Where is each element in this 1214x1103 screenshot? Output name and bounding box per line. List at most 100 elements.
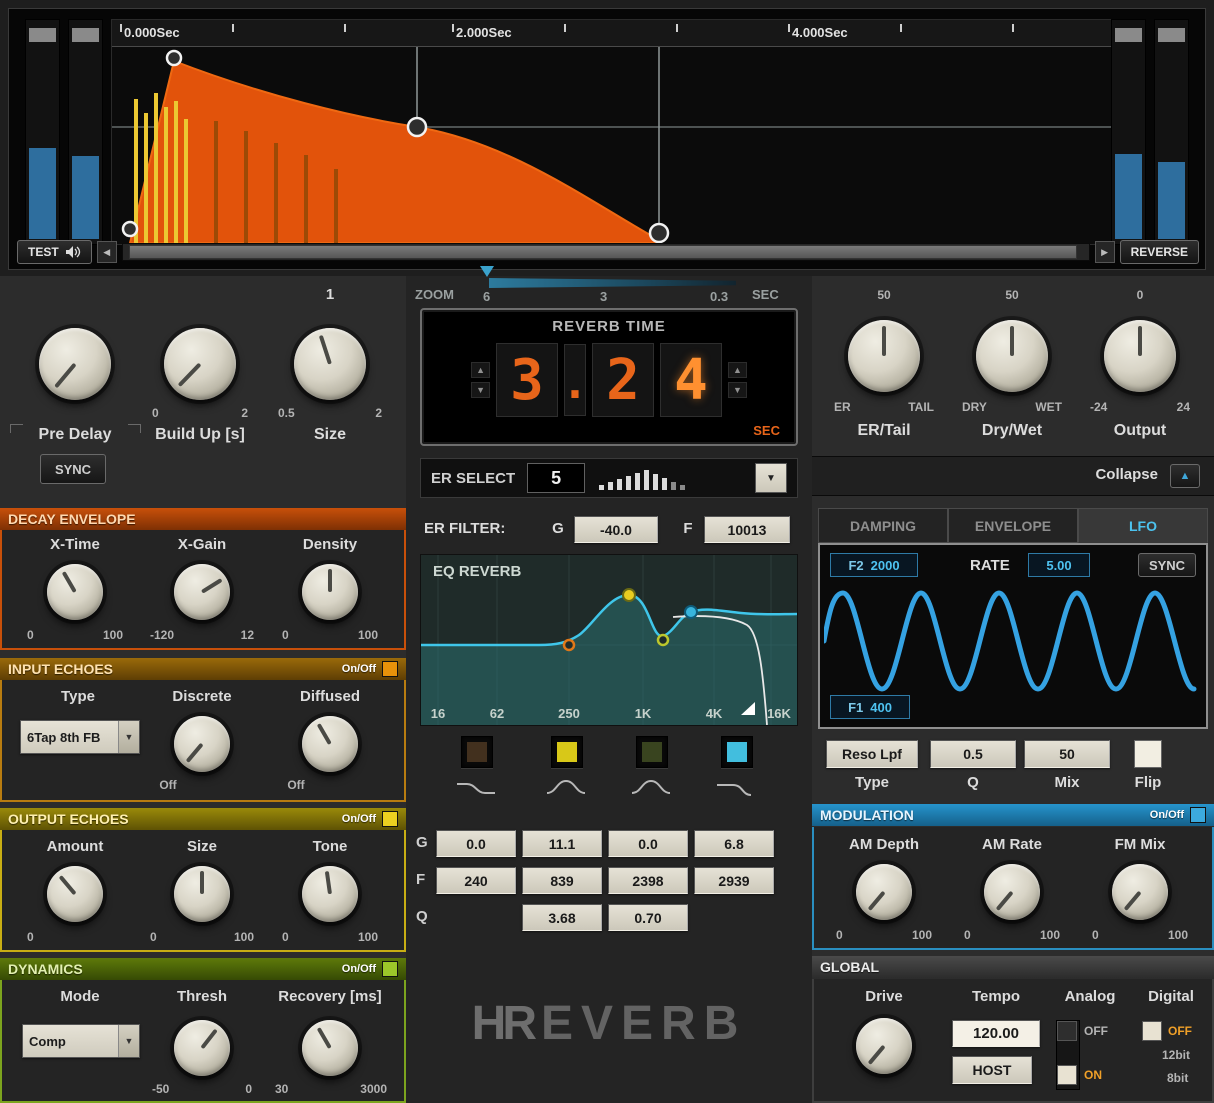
- tab-lfo[interactable]: LFO: [1078, 508, 1208, 543]
- eq-gain-field[interactable]: 0.0: [608, 830, 688, 857]
- diffused-knob[interactable]: [302, 716, 358, 772]
- density-knob[interactable]: [302, 564, 358, 620]
- flip-toggle[interactable]: [1134, 740, 1162, 768]
- eq-freq-field[interactable]: 240: [436, 867, 516, 894]
- host-button[interactable]: HOST: [952, 1056, 1032, 1084]
- thresh-knob[interactable]: [174, 1020, 230, 1076]
- input-echoes-onoff-led[interactable]: [382, 661, 398, 677]
- eq-band-4-button[interactable]: [721, 736, 753, 768]
- reverb-time-digit-1[interactable]: 3: [496, 343, 558, 417]
- er-select-dropdown-button[interactable]: ▼: [755, 463, 787, 493]
- fm-mix-knob[interactable]: [1112, 864, 1168, 920]
- reverb-time-spinner-right[interactable]: ▲ ▼: [728, 362, 747, 398]
- am-rate-knob[interactable]: [984, 864, 1040, 920]
- collapse-button[interactable]: ▲: [1170, 464, 1200, 488]
- mode-dropdown[interactable]: Comp ▼: [22, 1024, 140, 1058]
- eq-gain-field[interactable]: 11.1: [522, 830, 602, 857]
- er-tail-knob[interactable]: [848, 320, 920, 392]
- diffused-min: Off: [287, 778, 305, 792]
- dropdown-arrow-icon[interactable]: ▼: [118, 721, 139, 753]
- tempo-field[interactable]: 120.00: [952, 1020, 1040, 1047]
- tone-knob[interactable]: [302, 866, 358, 922]
- scroll-left-button[interactable]: ◀: [96, 241, 117, 263]
- zoom-marker[interactable]: [480, 266, 494, 277]
- horizontal-scrollbar[interactable]: [121, 243, 1090, 261]
- eq-freq-1k: 1K: [634, 706, 652, 721]
- lfo-filter-type-dropdown[interactable]: Reso Lpf: [826, 740, 918, 768]
- lfo-sync-button[interactable]: SYNC: [1138, 553, 1196, 577]
- x-time-label: X-Time: [50, 536, 100, 553]
- density-min: 0: [282, 628, 289, 642]
- size-knob[interactable]: [294, 328, 366, 400]
- x-gain-max: 12: [240, 628, 254, 642]
- discrete-knob[interactable]: [174, 716, 230, 772]
- reverb-time-spinner-left[interactable]: ▲ ▼: [471, 362, 490, 398]
- lfo-sync-label: SYNC: [1148, 557, 1186, 573]
- discrete-label: Discrete: [172, 688, 232, 705]
- er-filter-gain-field[interactable]: -40.0: [574, 516, 658, 543]
- digital-8bit-label[interactable]: 8bit: [1167, 1071, 1214, 1085]
- pre-delay-knob[interactable]: [39, 328, 111, 400]
- recovery-knob[interactable]: [302, 1020, 358, 1076]
- eq-reverb-display[interactable]: EQ REVERB 16 62 250 1K 4K 16K: [420, 554, 798, 726]
- modulation-onoff-led[interactable]: [1190, 807, 1206, 823]
- analog-off-toggle[interactable]: [1057, 1021, 1077, 1041]
- spinner-down-icon[interactable]: ▼: [471, 382, 490, 398]
- lfo-f1-field[interactable]: F1 400: [830, 695, 910, 719]
- spinner-up-icon[interactable]: ▲: [471, 362, 490, 378]
- eq-band-1-button[interactable]: [461, 736, 493, 768]
- eq-band-2-button[interactable]: [551, 736, 583, 768]
- lfo-f2-field[interactable]: F2 2000: [830, 553, 918, 577]
- build-up-knob[interactable]: [164, 328, 236, 400]
- eq-freq-field[interactable]: 2398: [608, 867, 688, 894]
- output-knob[interactable]: [1104, 320, 1176, 392]
- scrollbar-thumb[interactable]: [128, 245, 1077, 259]
- lfo-filter-mix-field[interactable]: 50: [1024, 740, 1110, 768]
- er-select-value[interactable]: 5: [527, 463, 586, 493]
- eq-q-field[interactable]: 0.70: [608, 904, 688, 931]
- tab-envelope[interactable]: ENVELOPE: [948, 508, 1078, 543]
- eq-freq-field[interactable]: 2939: [694, 867, 774, 894]
- envelope-graph[interactable]: 0.000Sec 2.000Sec 4.000Sec: [111, 19, 1119, 245]
- er-filter-freq-field[interactable]: 10013: [704, 516, 790, 543]
- eq-freq-field[interactable]: 839: [522, 867, 602, 894]
- dropdown-arrow-icon[interactable]: ▼: [118, 1025, 139, 1057]
- left-panel: 1 0 2 0.5 2 Pre Delay Build Up [s] Size …: [0, 276, 407, 1103]
- digital-12bit-label[interactable]: 12bit: [1162, 1048, 1212, 1062]
- dry-wet-value: 50: [1005, 288, 1019, 302]
- out-size-knob[interactable]: [174, 866, 230, 922]
- reverb-time-digit-2[interactable]: 2: [592, 343, 654, 417]
- input-type-dropdown[interactable]: 6Tap 8th FB ▼: [20, 720, 140, 754]
- lfo-rate-field[interactable]: 5.00: [1028, 553, 1090, 577]
- lfo-filter-q-field[interactable]: 0.5: [930, 740, 1016, 768]
- am-depth-max: 100: [911, 928, 932, 942]
- drive-knob[interactable]: [856, 1018, 912, 1074]
- amount-knob[interactable]: [47, 866, 103, 922]
- analog-on-toggle[interactable]: [1057, 1065, 1077, 1085]
- dynamics-onoff-led[interactable]: [382, 961, 398, 977]
- dry-wet-knob[interactable]: [976, 320, 1048, 392]
- eq-gain-field[interactable]: 0.0: [436, 830, 516, 857]
- er-select-label: ER SELECT: [431, 469, 516, 487]
- spinner-up-icon[interactable]: ▲: [728, 362, 747, 378]
- test-button[interactable]: TEST: [17, 240, 92, 264]
- reverb-time-dot: .: [562, 344, 588, 416]
- tone-min: 0: [282, 930, 289, 944]
- scroll-right-button[interactable]: ▶: [1094, 241, 1115, 263]
- eq-gain-field[interactable]: 6.8: [694, 830, 774, 857]
- output-echoes-onoff-led[interactable]: [382, 811, 398, 827]
- reverb-time-digit-3[interactable]: 4: [660, 343, 722, 417]
- sync-button[interactable]: SYNC: [40, 454, 106, 484]
- eq-freq-250: 250: [558, 706, 580, 721]
- am-depth-knob[interactable]: [856, 864, 912, 920]
- digital-off-toggle[interactable]: [1142, 1021, 1162, 1041]
- spinner-down-icon[interactable]: ▼: [728, 382, 747, 398]
- tab-damping[interactable]: DAMPING: [818, 508, 948, 543]
- f2-value: 2000: [870, 557, 900, 573]
- time-label-2: 2.000Sec: [456, 25, 512, 40]
- eq-q-field[interactable]: 3.68: [522, 904, 602, 931]
- reverse-button[interactable]: REVERSE: [1119, 240, 1199, 264]
- x-time-knob[interactable]: [47, 564, 103, 620]
- eq-band-3-button[interactable]: [636, 736, 668, 768]
- x-gain-knob[interactable]: [174, 564, 230, 620]
